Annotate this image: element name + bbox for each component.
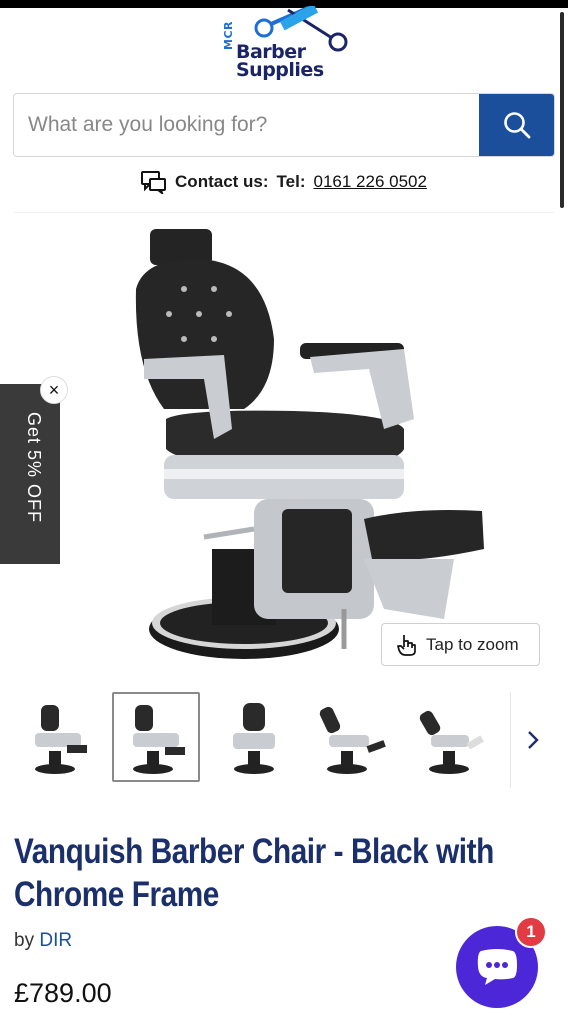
vendor-link[interactable]: DIR: [39, 930, 72, 951]
contact-label: Contact us:: [175, 172, 269, 191]
thumbnail-image: [319, 706, 386, 774]
logo-supplies-text: Supplies: [236, 59, 324, 81]
search-button[interactable]: [479, 94, 554, 156]
search-bar: [13, 93, 555, 157]
close-promo-button[interactable]: ×: [40, 376, 68, 404]
chat-unread-badge: 1: [515, 916, 547, 948]
thumbnail-item[interactable]: [406, 692, 494, 782]
thumbnail-item[interactable]: [112, 692, 200, 782]
discount-tab[interactable]: Get 5% OFF: [0, 384, 60, 564]
product-vendor-line: by DIR: [14, 930, 72, 952]
logo-mcr-text: MCR: [222, 21, 235, 50]
thumbnail-item[interactable]: [14, 692, 102, 782]
phone-link[interactable]: 0161 226 0502: [314, 172, 427, 192]
thumbnail-image: [35, 705, 87, 774]
thumbnails-next-button[interactable]: [510, 692, 554, 788]
tap-hand-icon: [397, 634, 416, 656]
zoom-label: Tap to zoom: [426, 634, 519, 654]
contact-bar: Contact us: Tel: 0161 226 0502: [0, 168, 568, 196]
chat-bubble-icon: [477, 949, 517, 985]
search-input[interactable]: [14, 94, 479, 156]
thumbnail-image: [233, 703, 275, 774]
tel-label: Tel:: [276, 172, 306, 191]
chevron-right-icon: [527, 731, 539, 749]
discount-text: Get 5% OFF: [24, 412, 44, 524]
thumbnail-strip: [14, 692, 554, 788]
product-image[interactable]: [14, 212, 554, 678]
thumbnail-image: [133, 705, 185, 774]
vendor-prefix: by: [14, 930, 35, 951]
chat-bubbles-icon: [141, 171, 167, 194]
thumbnail-image: [419, 710, 484, 774]
thumbnail-item[interactable]: [308, 692, 396, 782]
thumbnail-item[interactable]: [210, 692, 298, 782]
barber-chair-image: [135, 229, 484, 659]
search-icon: [503, 112, 530, 139]
close-icon: ×: [48, 379, 60, 400]
product-title: Vanquish Barber Chair - Black with Chrom…: [14, 832, 494, 914]
product-price: £789.00: [14, 978, 112, 1008]
tap-to-zoom-button[interactable]: Tap to zoom: [381, 623, 540, 666]
store-logo[interactable]: MCR Barber Supplies: [216, 6, 356, 86]
